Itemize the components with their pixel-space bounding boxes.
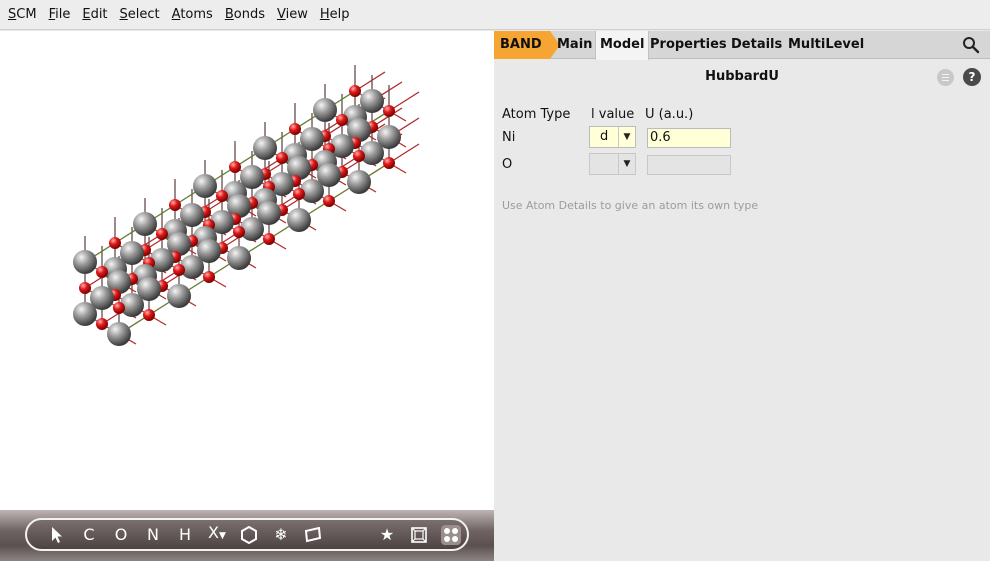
nickel-atom[interactable] bbox=[73, 250, 97, 274]
slab-icon[interactable] bbox=[297, 520, 329, 550]
other-element-tool[interactable]: X▼ bbox=[201, 518, 233, 551]
menubar: SCM File Edit Select Atoms Bonds View He… bbox=[0, 0, 990, 30]
tab-bar: BAND Main Model Properties Details Multi… bbox=[494, 31, 990, 60]
header-u-value: U (a.u.) bbox=[645, 107, 694, 122]
nickel-atom[interactable] bbox=[133, 212, 157, 236]
oxygen-atom[interactable] bbox=[79, 282, 91, 294]
page-title: HubbardU bbox=[705, 69, 779, 84]
snowflake-icon[interactable]: ❄ bbox=[265, 520, 297, 550]
pointer-icon[interactable] bbox=[41, 520, 73, 550]
settings-panel: BAND Main Model Properties Details Multi… bbox=[494, 31, 990, 561]
crystal-structure-view[interactable] bbox=[0, 31, 494, 510]
chevron-down-icon: ▼ bbox=[618, 154, 635, 174]
chevron-down-icon: ▼ bbox=[618, 127, 635, 147]
nickel-atom[interactable] bbox=[287, 208, 311, 232]
hexagon-icon[interactable] bbox=[233, 520, 265, 550]
oxygen-atom[interactable] bbox=[353, 150, 365, 162]
carbon-tool[interactable]: C bbox=[73, 520, 105, 550]
oxygen-atom[interactable] bbox=[96, 318, 108, 330]
tab-details[interactable]: Details bbox=[727, 31, 786, 59]
oxygen-atom[interactable] bbox=[383, 157, 395, 169]
molecule-viewer[interactable]: C O N H X▼ ❄ ★ bbox=[0, 31, 494, 561]
nickel-atom[interactable] bbox=[167, 284, 191, 308]
tab-multilevel[interactable]: MultiLevel bbox=[784, 31, 868, 59]
star-icon[interactable]: ★ bbox=[371, 520, 403, 550]
menu-view[interactable]: View bbox=[277, 7, 308, 22]
menu-file[interactable]: File bbox=[49, 7, 71, 22]
grid-icon[interactable] bbox=[435, 520, 467, 550]
oxygen-atom[interactable] bbox=[289, 123, 301, 135]
row-atom-o: O bbox=[502, 157, 513, 172]
oxygen-atom[interactable] bbox=[233, 226, 245, 238]
oxygen-tool[interactable]: O bbox=[105, 520, 137, 550]
hint-text: Use Atom Details to give an atom its own… bbox=[502, 199, 759, 212]
tab-model[interactable]: Model bbox=[595, 31, 650, 60]
nickel-atom[interactable] bbox=[313, 98, 337, 122]
search-icon[interactable] bbox=[962, 36, 980, 58]
menu-select[interactable]: Select bbox=[120, 7, 160, 22]
oxygen-atom[interactable] bbox=[109, 237, 121, 249]
l-value-ni: d bbox=[600, 129, 609, 144]
oxygen-atom[interactable] bbox=[229, 161, 241, 173]
nickel-atom[interactable] bbox=[193, 174, 217, 198]
app-window: SCM File Edit Select Atoms Bonds View He… bbox=[0, 0, 990, 561]
tab-band[interactable]: BAND bbox=[494, 31, 560, 59]
nickel-atom[interactable] bbox=[73, 302, 97, 326]
l-value-select-ni[interactable]: d ▼ bbox=[589, 126, 636, 148]
nickel-atom[interactable] bbox=[107, 322, 131, 346]
other-element-label: X bbox=[208, 523, 220, 542]
row-atom-ni: Ni bbox=[502, 130, 516, 145]
panel-menu-icon[interactable] bbox=[937, 69, 954, 86]
oxygen-atom[interactable] bbox=[293, 188, 305, 200]
oxygen-atom[interactable] bbox=[336, 114, 348, 126]
oxygen-atom[interactable] bbox=[263, 233, 275, 245]
header-l-value: l value bbox=[591, 107, 635, 122]
oxygen-atom[interactable] bbox=[156, 228, 168, 240]
oxygen-atom[interactable] bbox=[169, 199, 181, 211]
u-value-field-o[interactable] bbox=[647, 155, 731, 175]
oxygen-atom[interactable] bbox=[113, 302, 125, 314]
nickel-atom[interactable] bbox=[227, 246, 251, 270]
cell-icon[interactable] bbox=[403, 520, 435, 550]
menu-scm[interactable]: SCM bbox=[8, 7, 37, 22]
l-value-select-o[interactable]: ▼ bbox=[589, 153, 636, 175]
dropdown-triangle-icon: ▼ bbox=[219, 531, 226, 541]
menu-help[interactable]: Help bbox=[320, 7, 350, 22]
tab-properties[interactable]: Properties bbox=[646, 31, 731, 59]
oxygen-atom[interactable] bbox=[323, 195, 335, 207]
oxygen-atom[interactable] bbox=[143, 309, 155, 321]
nickel-atom[interactable] bbox=[253, 136, 277, 160]
nitrogen-tool[interactable]: N bbox=[137, 520, 169, 550]
oxygen-atom[interactable] bbox=[96, 266, 108, 278]
tab-main[interactable]: Main bbox=[553, 31, 596, 59]
structure-toolbar: C O N H X▼ ❄ ★ bbox=[25, 518, 469, 551]
u-value-field-ni[interactable]: 0.6 bbox=[647, 128, 731, 148]
oxygen-atom[interactable] bbox=[216, 190, 228, 202]
hydrogen-tool[interactable]: H bbox=[169, 520, 201, 550]
toolbar-background: C O N H X▼ ❄ ★ bbox=[0, 510, 494, 561]
help-icon[interactable]: ? bbox=[963, 68, 981, 86]
oxygen-atom[interactable] bbox=[276, 152, 288, 164]
nickel-atom[interactable] bbox=[347, 170, 371, 194]
menu-atoms[interactable]: Atoms bbox=[172, 7, 213, 22]
oxygen-atom[interactable] bbox=[203, 271, 215, 283]
header-atom-type: Atom Type bbox=[502, 107, 571, 122]
menu-edit[interactable]: Edit bbox=[82, 7, 107, 22]
oxygen-atom[interactable] bbox=[383, 105, 395, 117]
oxygen-atom[interactable] bbox=[173, 264, 185, 276]
oxygen-atom[interactable] bbox=[349, 85, 361, 97]
menu-bonds[interactable]: Bonds bbox=[225, 7, 265, 22]
